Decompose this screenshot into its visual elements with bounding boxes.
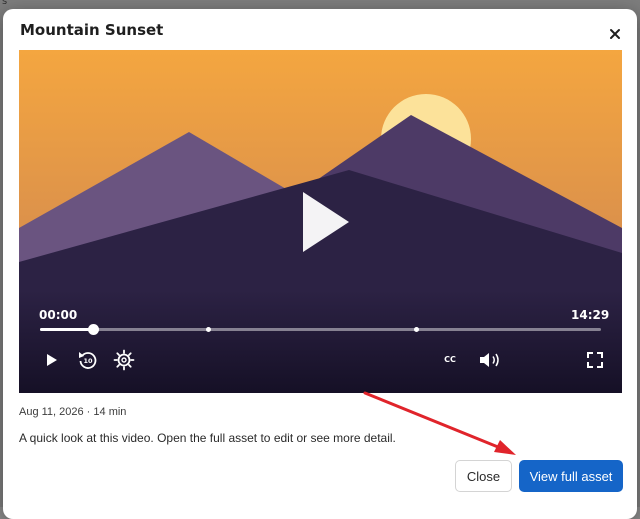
play-icon <box>47 354 57 366</box>
fullscreen-icon <box>587 352 603 368</box>
video-meta: Aug 11, 2026 · 14 min <box>19 406 127 418</box>
volume-button[interactable] <box>477 348 503 372</box>
captions-icon: CC <box>444 355 456 364</box>
view-full-asset-button[interactable]: View full asset <box>519 460 623 492</box>
captions-label: CC <box>444 355 456 364</box>
background-text-fragment: s <box>2 0 8 7</box>
chapter-marker[interactable] <box>413 327 419 332</box>
settings-button[interactable] <box>111 348 137 372</box>
close-button[interactable]: Close <box>455 460 512 492</box>
replay-seconds-label: 10 <box>83 357 93 365</box>
progress-scrubber[interactable] <box>40 324 601 335</box>
video-preview-modal: Mountain Sunset 00:00 14:29 10 CC Aug 11… <box>3 9 637 519</box>
modal-title: Mountain Sunset <box>20 21 164 39</box>
replay-10-button[interactable]: 10 <box>75 348 101 372</box>
total-time: 14:29 <box>571 308 610 322</box>
fullscreen-button[interactable] <box>582 348 608 372</box>
big-play-button[interactable] <box>299 190 353 254</box>
play-button[interactable] <box>39 348 65 372</box>
modal-close-button[interactable] <box>605 24 625 44</box>
settings-gear-icon <box>113 349 135 371</box>
video-player[interactable]: 00:00 14:29 10 CC <box>19 50 622 393</box>
play-icon <box>303 192 349 252</box>
close-icon <box>610 29 620 39</box>
volume-icon <box>480 353 499 367</box>
replay-10-icon: 10 <box>79 352 97 369</box>
captions-button[interactable]: CC <box>437 348 463 372</box>
controls-overlay <box>19 290 622 393</box>
video-description: A quick look at this video. Open the ful… <box>19 431 396 445</box>
progress-played <box>40 328 94 331</box>
current-time: 00:00 <box>39 308 78 322</box>
